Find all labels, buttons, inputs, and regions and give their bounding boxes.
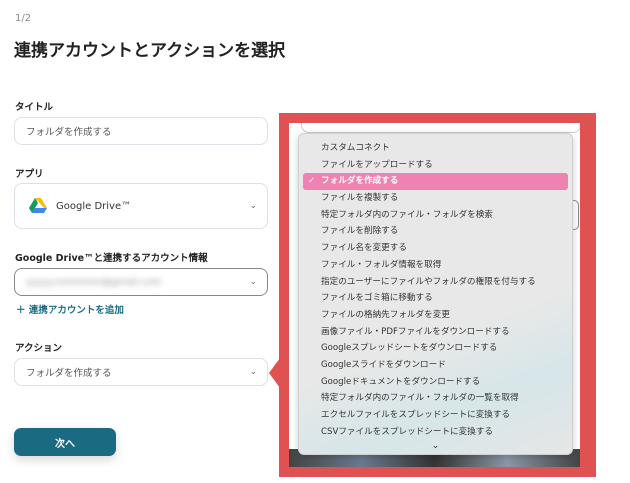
menu-item-label: ファイルを削除する <box>321 226 399 237</box>
callout-pointer <box>269 358 280 388</box>
page-title: 連携アカウントとアクションを選択 <box>14 41 286 61</box>
menu-item-label: ファイルをゴミ箱に移動する <box>321 293 433 304</box>
chevron-down-icon: ⌄ <box>249 367 257 377</box>
menu-item-label: 特定フォルダ内のファイル・フォルダの一覧を取得 <box>321 393 519 404</box>
menu-item-label: 画像ファイル・PDFファイルをダウンロードする <box>321 326 510 337</box>
next-button[interactable]: 次へ <box>14 428 116 456</box>
menu-item[interactable]: ファイルを複製する <box>303 190 568 207</box>
menu-item-label: 特定フォルダ内のファイル・フォルダを検索 <box>321 209 493 220</box>
menu-item-label: 指定のユーザーにファイルやフォルダの権限を付与する <box>321 276 536 287</box>
title-value: フォルダを作成する <box>26 127 112 138</box>
account-select[interactable]: yyyyy.mmmmm@gmail.com ⌄ <box>14 268 268 296</box>
step-indicator: 1/2 <box>15 13 32 24</box>
menu-item[interactable]: ファイルをゴミ箱に移動する <box>303 290 568 307</box>
title-label: タイトル <box>15 102 54 113</box>
menu-item-label: ファイルの格納先フォルダを変更 <box>321 309 450 320</box>
menu-item[interactable]: 画像ファイル・PDFファイルをダウンロードする <box>303 324 568 341</box>
menu-item[interactable]: ファイルをアップロードする <box>303 157 568 174</box>
add-account-label: 連携アカウントを追加 <box>28 305 124 316</box>
menu-item-label: ファイルをアップロードする <box>321 159 433 170</box>
menu-item[interactable]: 特定フォルダ内のファイル・フォルダの一覧を取得 <box>303 390 568 407</box>
menu-item[interactable]: ファイル名を変更する <box>303 240 568 257</box>
scroll-down-chevron-icon[interactable]: ⌄ <box>299 441 572 451</box>
action-label: アクション <box>15 343 63 354</box>
google-drive-icon <box>29 198 47 214</box>
menu-item[interactable]: ファイルの格納先フォルダを変更 <box>303 307 568 324</box>
action-dropdown-menu: カスタムコネクトファイルをアップロードする ✓ フォルダを作成する ファイルを複製する… <box>298 133 573 455</box>
menu-item[interactable]: Googleスプレッドシートをダウンロードする <box>303 340 568 357</box>
menu-item[interactable]: エクセルファイルをスプレッドシートに変換する <box>303 407 568 424</box>
chevron-down-icon: ⌄ <box>249 201 257 211</box>
menu-item[interactable]: CSVファイルをスプレッドシートに変換する <box>303 424 568 441</box>
menu-item-label: CSVファイルをスプレッドシートに変換する <box>321 426 494 437</box>
background-field <box>301 123 580 133</box>
menu-item-label: Googleドキュメントをダウンロードする <box>321 376 481 387</box>
menu-item[interactable]: ファイルを削除する <box>303 223 568 240</box>
action-select[interactable]: フォルダを作成する ⌄ <box>14 358 268 386</box>
menu-item-label: エクセルファイルをスプレッドシートに変換する <box>321 410 511 420</box>
menu-item[interactable]: 指定のユーザーにファイルやフォルダの権限を付与する <box>303 274 568 291</box>
account-label: Google Drive™と連携するアカウント情報 <box>15 253 208 264</box>
menu-item[interactable]: Googleスライドをダウンロード <box>303 357 568 374</box>
menu-item-label: ファイル・フォルダ情報を取得 <box>321 259 442 270</box>
menu-item[interactable]: ファイル・フォルダ情報を取得 <box>303 257 568 274</box>
menu-item-label: ファイル名を変更する <box>321 243 407 254</box>
chevron-down-icon: ⌄ <box>249 277 257 287</box>
menu-item-label: フォルダを作成する <box>321 176 399 187</box>
account-value: yyyyy.mmmmm@gmail.com <box>26 276 162 288</box>
menu-item-label: Googleスプレッドシートをダウンロードする <box>321 343 498 354</box>
menu-item-label: カスタムコネクト <box>321 143 390 153</box>
check-icon: ✓ <box>308 176 316 187</box>
menu-item[interactable]: Googleドキュメントをダウンロードする <box>303 374 568 391</box>
app-select[interactable]: Google Drive™ ⌄ <box>14 183 268 229</box>
plus-icon: ＋ <box>16 305 29 316</box>
menu-item[interactable]: 特定フォルダ内のファイル・フォルダを検索 <box>303 207 568 224</box>
add-account-link[interactable]: ＋ 連携アカウントを追加 <box>16 302 124 316</box>
action-value: フォルダを作成する <box>26 368 112 379</box>
app-value: Google Drive™ <box>56 200 132 212</box>
menu-item-label: Googleスライドをダウンロード <box>321 359 446 370</box>
menu-item-label: ファイルを複製する <box>321 193 399 204</box>
title-input[interactable]: フォルダを作成する <box>14 117 268 145</box>
menu-item[interactable]: ✓ フォルダを作成する <box>303 173 568 191</box>
menu-item[interactable]: カスタムコネクト <box>303 140 568 157</box>
app-label: アプリ <box>15 169 44 180</box>
